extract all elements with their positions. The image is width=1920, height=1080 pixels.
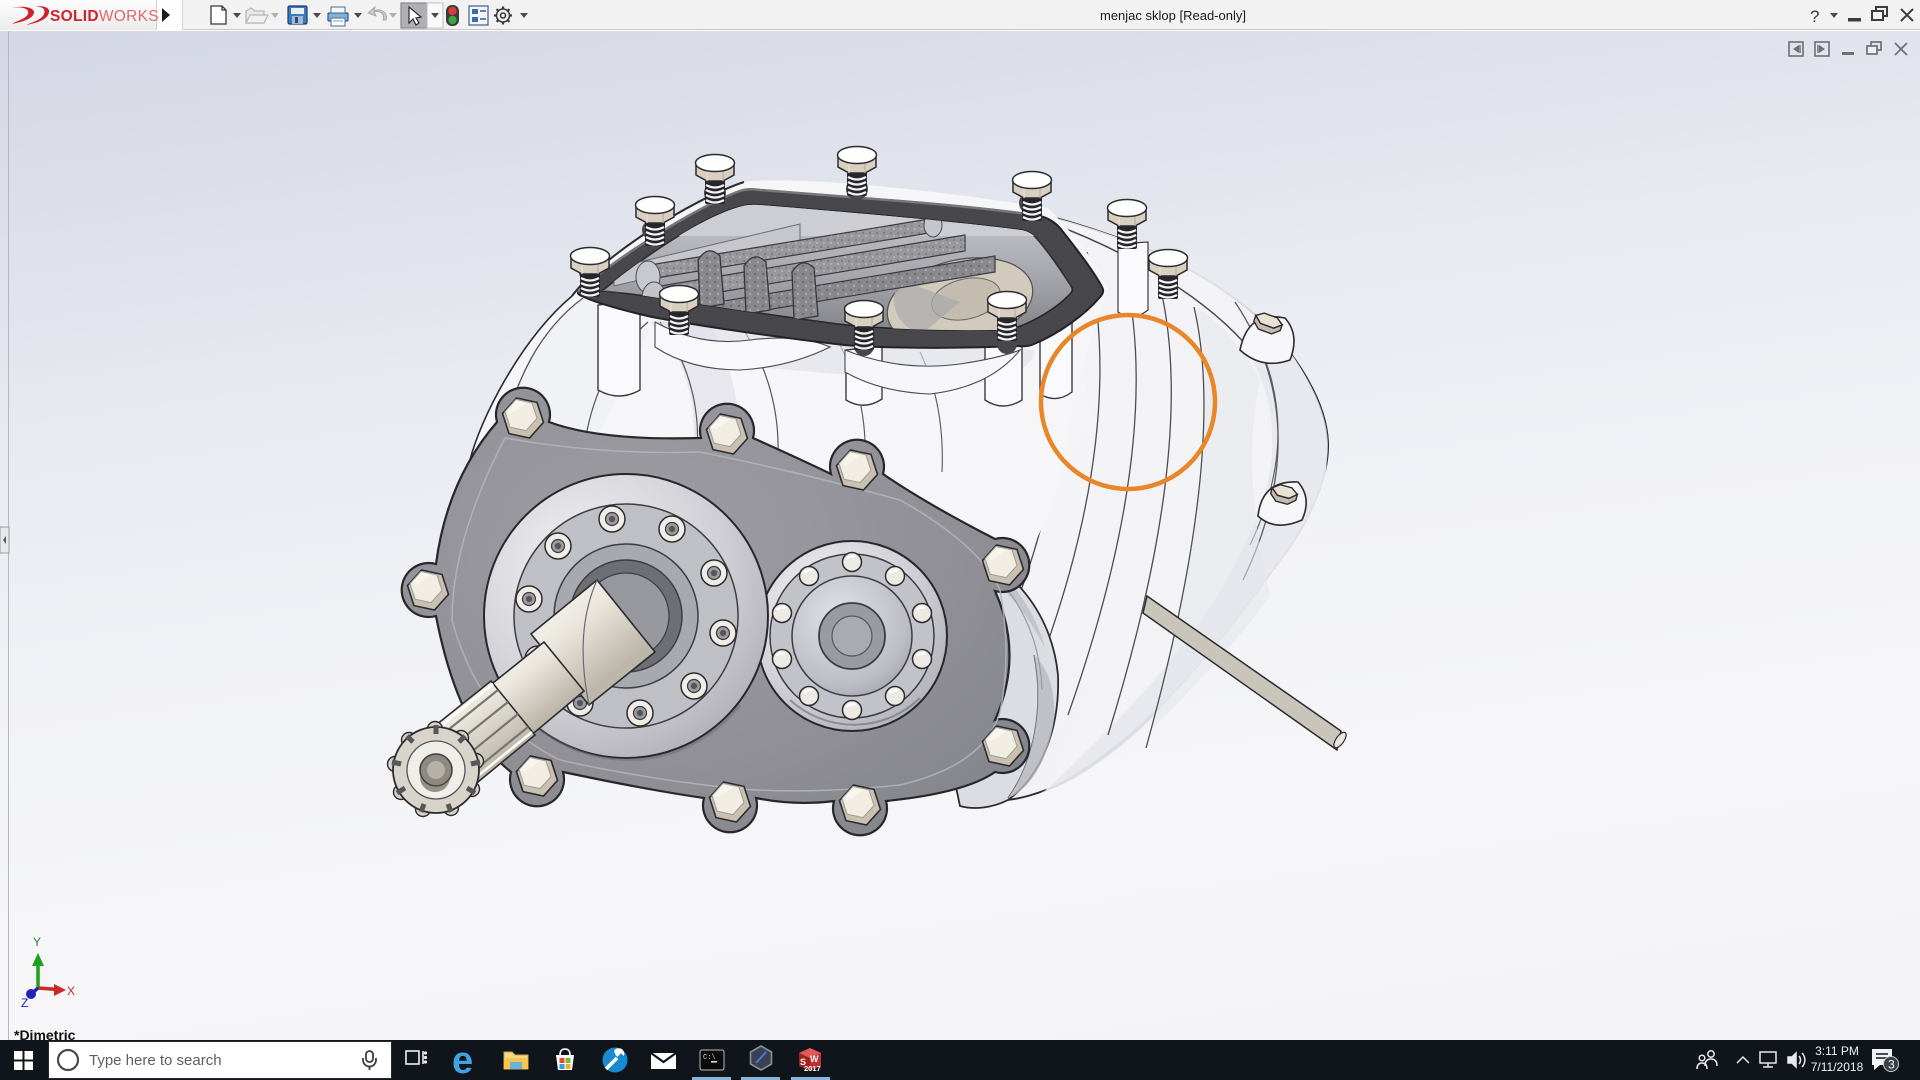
svg-text:e: e	[452, 1040, 473, 1080]
svg-text:?: ?	[1810, 7, 1819, 26]
svg-text:3: 3	[1888, 1058, 1895, 1072]
svg-text:2017: 2017	[804, 1064, 821, 1073]
svg-text:SOLIDWORKS: SOLIDWORKS	[50, 8, 159, 25]
svg-text:C:\: C:\	[703, 1054, 716, 1062]
svg-text:Y: Y	[33, 935, 41, 949]
svg-text:W: W	[810, 1054, 819, 1064]
svg-text:X: X	[67, 984, 75, 998]
svg-text:Z: Z	[21, 996, 28, 1010]
